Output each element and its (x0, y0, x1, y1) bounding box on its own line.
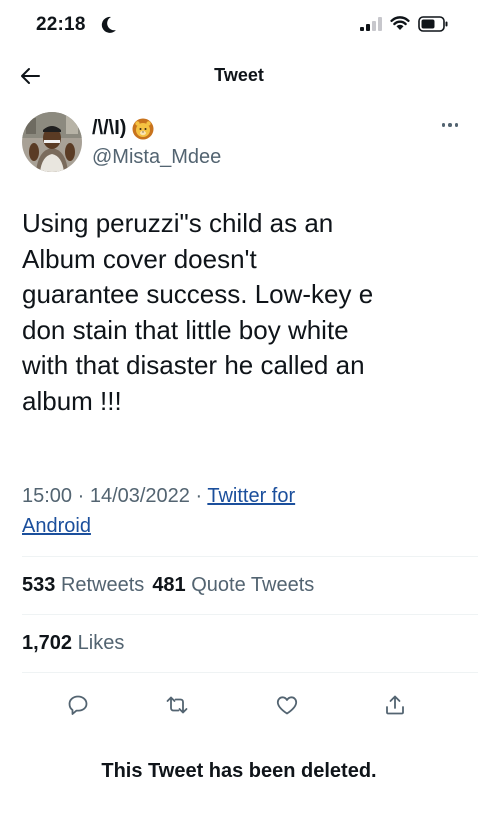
retweets-count: 533 (22, 574, 56, 596)
status-time: 22:18 (36, 14, 86, 35)
battery-icon (418, 16, 448, 32)
likes-stat[interactable]: 1,702 Likes (22, 632, 124, 655)
tweet-text-line: album !!! (22, 385, 122, 416)
tweet-actions (0, 690, 478, 724)
tweet-source-link-cont[interactable]: Android (22, 515, 91, 537)
heart-icon (276, 696, 298, 715)
reply-button[interactable] (63, 690, 93, 720)
like-button[interactable] (272, 690, 302, 720)
wifi-icon (390, 16, 410, 30)
user-handle[interactable]: @Mista_Mdee (92, 146, 221, 169)
tweet-text-line: Using peruzzi"s child as an (22, 208, 334, 238)
more-options-button[interactable] (438, 118, 462, 132)
nav-bar: Tweet (0, 50, 478, 100)
tweet-author: /\/\I) @Mista_Mdee (22, 112, 462, 178)
deleted-notice: This Tweet has been deleted. (101, 760, 377, 782)
engagement-stats: 533 Retweets 481 Quote Tweets (22, 574, 314, 597)
avatar-image (22, 112, 82, 172)
tweet-text-line: with that disaster he called an (22, 350, 365, 380)
tweet-text-line: don stain that little boy white (22, 314, 349, 345)
likes-count: 1,702 (22, 632, 73, 654)
retweets-label: Retweets (60, 574, 145, 596)
display-name[interactable]: /\/\I) (92, 117, 154, 140)
signal-icon (360, 17, 382, 31)
lion-emoji-icon (132, 118, 154, 139)
tweet-source-link[interactable]: Twitter for (207, 485, 295, 507)
display-name-text: /\/\I) (92, 117, 127, 139)
tweet-text-line: guarantee success. Low-key e (22, 279, 374, 309)
share-button[interactable] (380, 690, 410, 720)
retweet-icon (166, 696, 188, 714)
divider (22, 614, 478, 615)
status-bar: 22:18 (0, 0, 478, 50)
quote-tweets-count: 481 (152, 574, 186, 596)
quote-tweets-stat[interactable]: 481 Quote Tweets (152, 574, 314, 596)
page-title: Tweet (214, 65, 264, 85)
divider (22, 556, 478, 557)
tweet-meta: 15:00 · 14/03/2022 · Twitter for Android (22, 481, 462, 541)
tweet-text: Using peruzzi"s child as an Album cover … (22, 206, 462, 419)
divider (22, 672, 478, 673)
tweet-text-line: Album cover doesn't (22, 243, 257, 274)
share-icon (386, 695, 404, 715)
retweet-button[interactable] (162, 690, 192, 720)
retweets-stat[interactable]: 533 Retweets (22, 574, 144, 596)
likes-label: Likes (77, 632, 125, 654)
more-dot (454, 123, 459, 127)
quote-tweets-label: Quote Tweets (191, 574, 315, 596)
moon-icon (101, 16, 116, 33)
tweet-timestamp[interactable]: 15:00 · 14/03/2022 · (22, 485, 207, 507)
more-dot (448, 123, 452, 127)
more-dot (441, 123, 446, 127)
reply-icon (68, 695, 88, 715)
avatar[interactable] (22, 112, 82, 172)
